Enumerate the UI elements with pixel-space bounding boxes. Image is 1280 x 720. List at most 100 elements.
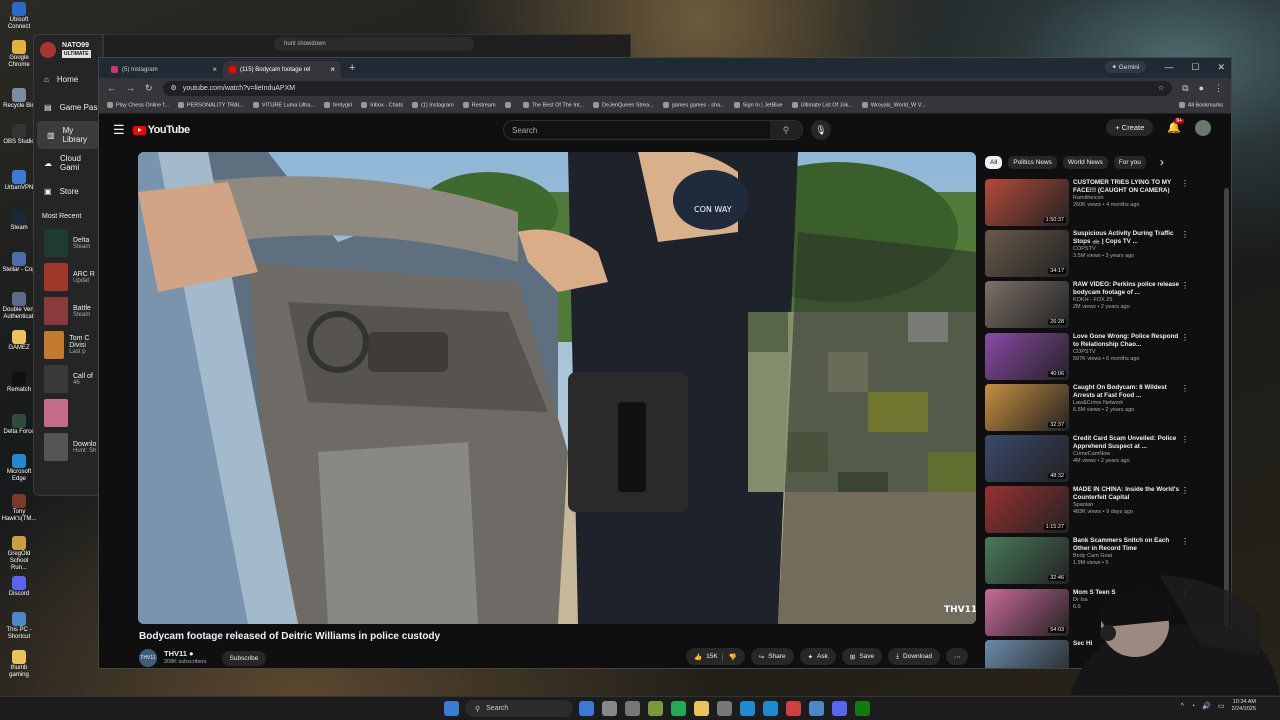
recommended-video[interactable]: 1:15:27 MADE IN CHINA: Inside the World's… (985, 486, 1195, 537)
bookmark-item[interactable]: Wroyals_World_W V... (862, 102, 926, 109)
video-channel[interactable]: COPSTV (1073, 349, 1183, 356)
account-avatar[interactable] (1195, 119, 1211, 136)
taskbar-app-icon[interactable] (717, 701, 732, 716)
taskbar-app-icon[interactable] (694, 701, 709, 716)
more-options-icon[interactable]: ⋮ (1181, 384, 1189, 393)
clock[interactable]: 10:34 AM 2/24/2025 (1232, 699, 1256, 713)
desktop-icon[interactable]: GAMEZ (1, 330, 37, 352)
more-options-icon[interactable]: ⋮ (1181, 281, 1189, 290)
browser-menu-icon[interactable]: ⋮ (1214, 83, 1223, 94)
xbox-nav-cloud[interactable]: ☁ Cloud Gami (34, 149, 102, 177)
recommended-video[interactable]: 32:37 Caught On Bodycam: 8 Wildest Arrest… (985, 383, 1195, 435)
maximize-button[interactable]: ☐ (1191, 62, 1199, 73)
browser-tab[interactable]: (5) Instagram × (105, 61, 223, 78)
bookmark-item[interactable]: games games - sha... (663, 102, 725, 109)
notifications-icon[interactable]: 🔔 9+ (1167, 118, 1184, 134)
video-title-link[interactable]: Suspicious Activity During Traffic Stops… (1073, 230, 1183, 246)
close-tab-icon[interactable]: × (212, 65, 217, 74)
recent-game-item[interactable]: Tom C Divisi Last p (34, 328, 102, 362)
recommended-video[interactable]: 26:28 RAW VIDEO: Perkins police release b… (985, 281, 1195, 332)
desktop-icon[interactable]: UrbanVPN (1, 170, 37, 192)
desktop-icon[interactable]: Delta Force (1, 414, 37, 436)
taskbar-app-icon[interactable] (809, 701, 824, 716)
taskbar-app-icon[interactable] (602, 701, 617, 716)
more-options-icon[interactable]: ⋮ (1181, 435, 1189, 444)
filter-chip[interactable]: All (985, 155, 1003, 169)
video-channel[interactable]: Law&Crime Network (1073, 400, 1183, 407)
minimize-button[interactable]: — (1164, 62, 1173, 72)
search-button[interactable]: ⚲ (770, 121, 802, 139)
recent-game-item[interactable] (34, 396, 102, 430)
recommended-video[interactable]: 34:17 Suspicious Activity During Traffic … (985, 230, 1195, 281)
search-input[interactable]: Search ⚲ (503, 120, 803, 140)
video-title-link[interactable]: CUSTOMER TRIES LYING TO MY FACE!!! (CAUG… (1073, 179, 1183, 195)
bookmark-item[interactable]: Inbox - Chats (361, 102, 403, 109)
taskbar-app-icon[interactable] (648, 701, 663, 716)
bookmark-item[interactable]: Ultimate List Of Jok... (792, 102, 853, 109)
background-window[interactable]: hunt showdown (103, 34, 631, 58)
close-window-button[interactable]: ✕ (1217, 62, 1225, 73)
video-channel[interactable]: CrimeCamNow (1073, 451, 1183, 458)
video-channel[interactable]: Ramitheicon (1073, 195, 1183, 202)
recommended-video[interactable]: 40:06 Love Gone Wrong: Police Respond to … (985, 332, 1195, 384)
bookmark-item[interactable]: The Best Of The Int... (523, 102, 584, 109)
taskbar-app-icon[interactable] (625, 701, 640, 716)
download-button[interactable]: ⤓ Download (888, 648, 940, 665)
video-title-link[interactable]: RAW VIDEO: Perkins police release bodyca… (1073, 281, 1183, 297)
close-tab-icon[interactable]: × (330, 65, 335, 74)
xbox-nav-library[interactable]: ▥ My Library (37, 121, 99, 149)
share-button[interactable]: ↪ Share (750, 648, 794, 665)
hamburger-menu-icon[interactable]: ☰ (113, 122, 125, 138)
extensions-icon[interactable]: ⧉ (1182, 83, 1188, 94)
bookmark-item[interactable]: Restream (463, 102, 496, 109)
video-channel[interactable]: COPSTV (1073, 246, 1183, 253)
more-options-icon[interactable]: ⋮ (1181, 486, 1189, 495)
channel-avatar[interactable]: THV11 (139, 649, 157, 667)
xbox-profile[interactable]: NATO99 ULTIMATE (34, 35, 102, 65)
bookmark-item[interactable]: fentygirl (324, 102, 352, 109)
save-button[interactable]: ⊞ Save (841, 648, 883, 665)
browser-tab[interactable]: (115) Bodycam footage rel × (223, 61, 341, 78)
gemini-button[interactable]: ✦ Gemini (1104, 61, 1147, 73)
url-field[interactable]: ⚙ youtube.com/watch?v=lieInduAPXM ☆ (162, 80, 1173, 96)
xbox-nav-game-pass[interactable]: ▤ Game Pass (34, 93, 102, 121)
taskbar-app-icon[interactable] (855, 701, 870, 716)
desktop-icon[interactable]: Double Verti Authenticati (1, 292, 37, 321)
video-title-link[interactable]: MADE IN CHINA: Inside the World's Counte… (1073, 486, 1183, 502)
chips-next-icon[interactable]: › (1160, 155, 1164, 169)
ask-button[interactable]: ✦ Ask (799, 648, 836, 665)
desktop-icon[interactable]: Microsoft Edge (1, 454, 37, 483)
back-icon[interactable]: ← (107, 83, 116, 93)
desktop-icon[interactable]: Discord (1, 576, 37, 598)
video-channel[interactable]: Spanlan (1073, 502, 1183, 509)
background-search-input[interactable]: hunt showdown (274, 37, 474, 51)
desktop-icon[interactable]: thumb gaming (1, 650, 37, 679)
bookmark-item[interactable]: Sign In | JetBlue (734, 102, 783, 109)
desktop-icon[interactable]: Stellar - Cop (1, 252, 37, 274)
recent-game-item[interactable]: Delta Steam (34, 226, 102, 260)
desktop-icon[interactable]: OBS Studio (1, 124, 37, 146)
site-info-icon[interactable]: ⚙ (171, 84, 177, 92)
video-channel[interactable]: KOKH - FOX 25 (1073, 297, 1183, 304)
desktop-icon[interactable]: Google Chrome (1, 40, 37, 69)
battery-icon[interactable]: ▭ (1218, 702, 1225, 710)
youtube-logo[interactable]: YouTube (132, 124, 190, 136)
taskbar-app-icon[interactable] (740, 701, 755, 716)
taskbar-app-icon[interactable] (786, 701, 801, 716)
video-title-link[interactable]: Credit Card Scam Unveiled: Police Appreh… (1073, 435, 1183, 451)
desktop-icon[interactable]: Steam (1, 210, 37, 232)
desktop-icon[interactable]: Tony Hawk's(TM... (1, 494, 37, 523)
more-actions-button[interactable]: ⋯ (945, 648, 969, 665)
like-button[interactable]: 👍 15K 👎 (686, 648, 745, 665)
xbox-nav-home[interactable]: ⌂ Home (34, 65, 102, 93)
desktop-icon[interactable]: This PC - Shortcut (1, 612, 37, 641)
video-title-link[interactable]: Love Gone Wrong: Police Respond to Relat… (1073, 333, 1183, 349)
bookmark-item[interactable]: (1) Instagram (412, 102, 454, 109)
filter-chip[interactable]: Politics News (1008, 155, 1057, 169)
mic-icon[interactable]: 🎙 (811, 120, 831, 140)
more-options-icon[interactable]: ⋮ (1181, 333, 1189, 342)
volume-icon[interactable]: 🔊 (1202, 702, 1211, 710)
recent-game-item[interactable]: Call of 46 (34, 362, 102, 396)
taskbar-app-icon[interactable] (763, 701, 778, 716)
desktop-icon[interactable]: Recycle Bin (1, 88, 37, 110)
